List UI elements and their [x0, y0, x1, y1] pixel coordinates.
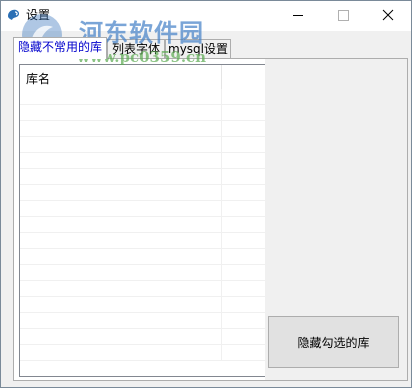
- settings-window: 设置 隐藏不常用的库 列表字体 mysql设置 库名 隐藏勾选的库 河东软件园 …: [0, 0, 412, 388]
- column-header-library-name[interactable]: 库名: [20, 65, 222, 89]
- row-divider: [221, 281, 222, 297]
- maximize-button[interactable]: [321, 1, 367, 30]
- close-button[interactable]: [365, 1, 411, 30]
- row-divider: [221, 233, 222, 249]
- row-divider: [221, 313, 222, 329]
- hide-checked-button[interactable]: 隐藏勾选的库: [268, 316, 399, 368]
- empty-row: [20, 297, 265, 313]
- row-divider: [221, 345, 222, 361]
- window-title: 设置: [26, 8, 51, 22]
- row-divider: [221, 137, 222, 153]
- row-divider: [221, 105, 222, 121]
- empty-row: [20, 329, 265, 345]
- empty-row: [20, 249, 265, 265]
- empty-row: [20, 217, 265, 233]
- tab-hide-libraries[interactable]: 隐藏不常用的库: [13, 37, 107, 59]
- row-divider: [221, 265, 222, 281]
- tab-mysql-settings[interactable]: mysql设置: [165, 39, 231, 58]
- empty-row: [20, 313, 265, 329]
- library-list[interactable]: 库名: [19, 64, 266, 377]
- row-divider: [221, 121, 222, 137]
- row-divider: [221, 185, 222, 201]
- empty-row: [20, 105, 265, 121]
- row-divider: [221, 169, 222, 185]
- minimize-button[interactable]: [275, 1, 321, 30]
- close-icon: [382, 9, 394, 21]
- empty-row: [20, 137, 265, 153]
- row-divider: [221, 201, 222, 217]
- empty-row: [20, 153, 265, 169]
- empty-row: [20, 185, 265, 201]
- empty-row: [20, 345, 265, 361]
- row-divider: [221, 249, 222, 265]
- list-header: 库名: [20, 65, 265, 89]
- action-area: 隐藏勾选的库: [265, 59, 407, 380]
- column-header-label: 库名: [26, 72, 51, 86]
- row-divider: [221, 329, 222, 345]
- empty-row: [20, 89, 265, 105]
- empty-row: [20, 169, 265, 185]
- column-header-filler: [222, 65, 265, 89]
- row-divider: [221, 153, 222, 169]
- app-icon: [8, 9, 20, 20]
- row-divider: [221, 217, 222, 233]
- title-bar[interactable]: 设置: [1, 1, 411, 31]
- tab-panel-hide-libraries: 库名 隐藏勾选的库: [13, 58, 408, 381]
- empty-row: [20, 265, 265, 281]
- empty-row: [20, 121, 265, 137]
- empty-row: [20, 281, 265, 297]
- empty-row: [20, 233, 265, 249]
- row-divider: [221, 89, 222, 105]
- tab-list-font[interactable]: 列表字体: [107, 39, 165, 58]
- row-divider: [221, 297, 222, 313]
- empty-row: [20, 201, 265, 217]
